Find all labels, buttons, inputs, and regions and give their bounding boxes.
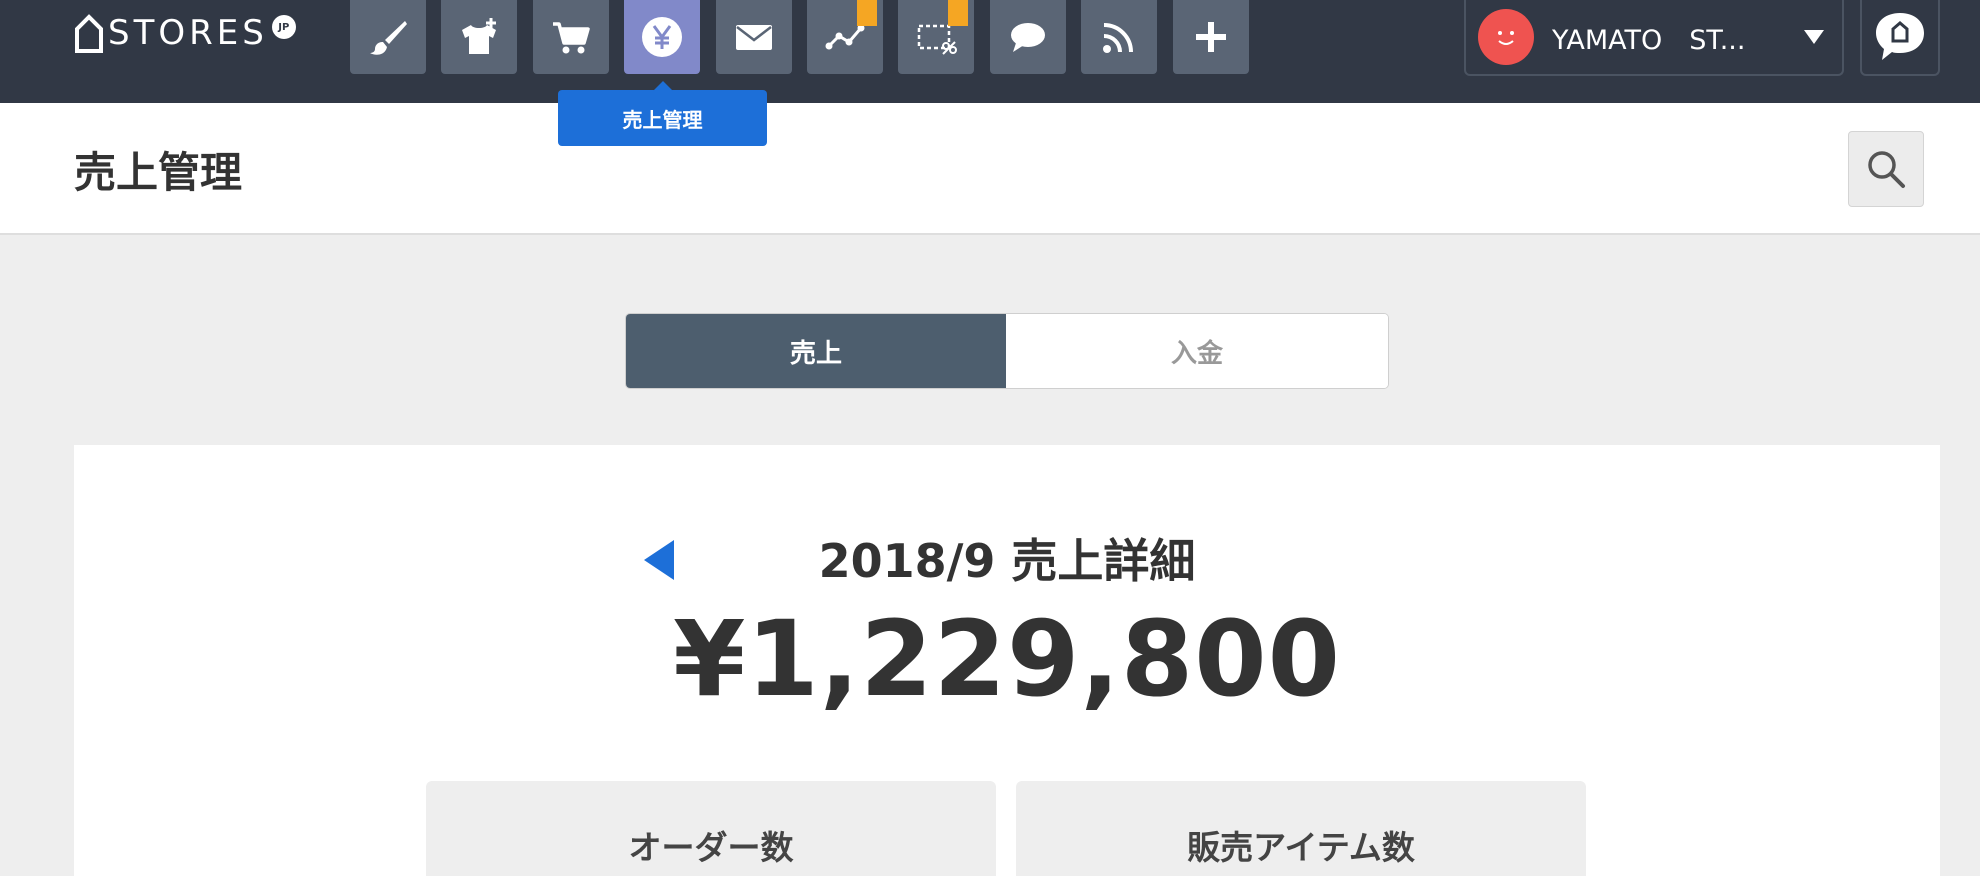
nav-blog-button[interactable] xyxy=(1081,0,1157,74)
order-count-label: オーダー数 xyxy=(628,828,794,867)
nav-orders-button[interactable] xyxy=(533,0,609,74)
top-navigation-bar: STORES JP YAMATO ST... xyxy=(0,0,1980,103)
items-sold-stat: 販売アイテム数 xyxy=(1016,781,1586,876)
nav-coupon-button[interactable] xyxy=(898,0,974,74)
rss-icon xyxy=(1103,23,1133,53)
period-title: 2018/9 売上詳細 xyxy=(818,534,1196,588)
speech-bubble-icon xyxy=(1011,23,1045,52)
items-sold-label: 販売アイテム数 xyxy=(1187,828,1415,867)
cart-icon xyxy=(553,22,590,54)
search-icon xyxy=(1868,151,1905,188)
nav-mail-button[interactable] xyxy=(716,0,792,74)
page-title: 売上管理 xyxy=(74,148,243,197)
tab-deposits[interactable]: 入金 xyxy=(1006,314,1388,388)
total-sales-amount: ¥1,229,800 xyxy=(673,598,1341,720)
house-icon xyxy=(75,14,103,53)
tab-sales[interactable]: 売上 xyxy=(626,314,1006,388)
nav-apps-button[interactable] xyxy=(1173,0,1249,74)
view-store-button[interactable] xyxy=(1860,0,1940,76)
paintbrush-icon xyxy=(370,21,407,55)
plus-icon xyxy=(1196,22,1226,52)
nav-analytics-button[interactable] xyxy=(807,0,883,74)
user-name: YAMATO ST... xyxy=(1552,24,1746,56)
page-header: 売上管理 xyxy=(0,103,1980,235)
previous-month-arrow-icon[interactable] xyxy=(644,540,674,580)
logo-suffix: JP xyxy=(271,15,296,39)
store-bubble-icon xyxy=(1876,13,1924,60)
nav-sales-button[interactable] xyxy=(624,0,700,74)
user-menu-button[interactable]: YAMATO ST... xyxy=(1464,0,1844,76)
nav-design-button[interactable] xyxy=(350,0,426,74)
sales-deposit-tabs: 売上 入金 xyxy=(625,313,1389,389)
nav-tooltip: 売上管理 xyxy=(558,81,767,146)
order-count-stat: オーダー数 xyxy=(426,781,996,876)
tshirt-plus-icon xyxy=(462,18,496,54)
search-button[interactable] xyxy=(1848,131,1924,207)
smiley-face-icon xyxy=(1498,31,1514,45)
yen-icon xyxy=(642,17,682,57)
stores-logo[interactable]: STORES JP xyxy=(74,8,296,58)
nav-chat-button[interactable] xyxy=(990,0,1066,74)
new-badge xyxy=(948,0,968,26)
envelope-icon xyxy=(736,25,772,50)
nav-add-item-button[interactable] xyxy=(441,0,517,74)
avatar xyxy=(1478,9,1534,65)
chevron-down-icon xyxy=(1804,30,1824,44)
new-badge xyxy=(857,0,877,26)
logo-text: STORES xyxy=(108,13,268,53)
